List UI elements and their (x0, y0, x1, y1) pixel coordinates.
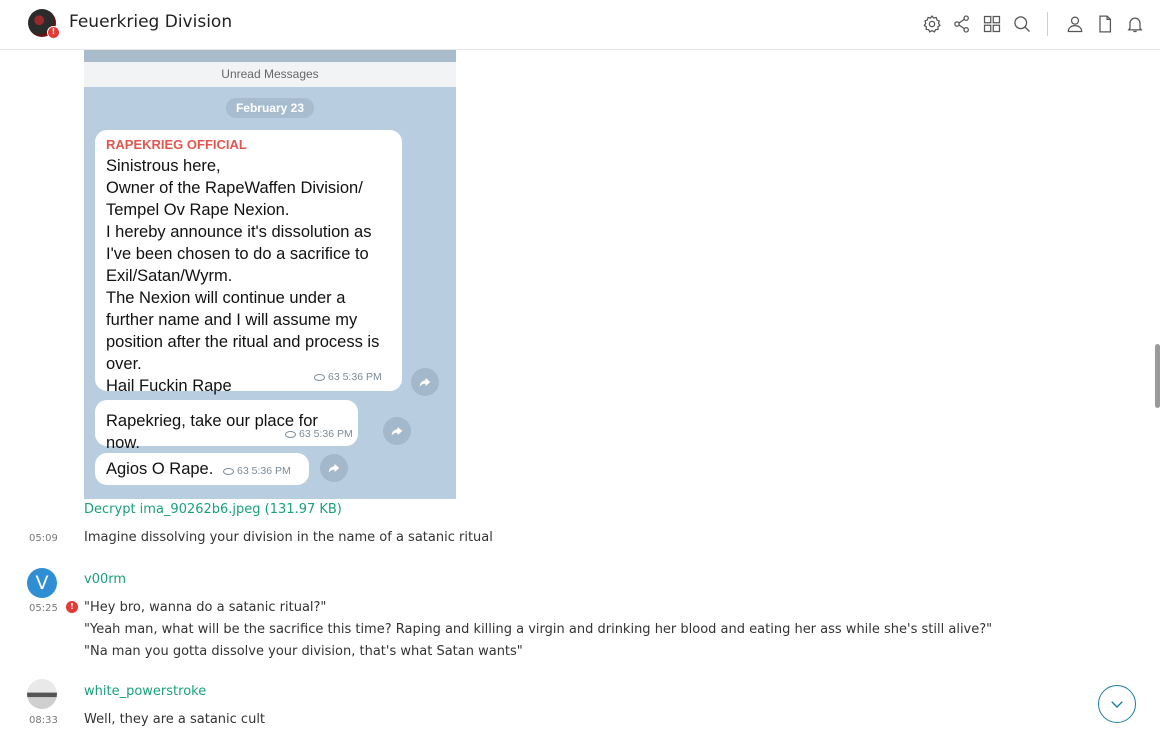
image-top-strip (84, 50, 456, 62)
chevron-down-icon (1111, 701, 1123, 708)
search-icon[interactable] (1009, 11, 1035, 37)
message-text: "Na man you gotta dissolve your division… (84, 644, 523, 659)
message-timestamp: 05:25 (29, 603, 58, 614)
attached-image[interactable]: Unread Messages February 23 RAPEKRIEG OF… (84, 50, 456, 499)
text-line: The Nexion will continue under a (106, 289, 346, 307)
bell-icon[interactable] (1122, 11, 1148, 37)
telegram-message-1-text: Sinistrous here, Owner of the RapeWaffen… (106, 155, 391, 397)
views-time: 63 5:36 PM (299, 428, 353, 440)
toolbar-divider (1047, 12, 1048, 36)
telegram-sender: RAPEKRIEG OFFICIAL (106, 137, 247, 152)
top-bar: ! Feuerkrieg Division (0, 0, 1160, 50)
telegram-message-2-meta: 63 5:36 PM (285, 428, 353, 440)
telegram-message-3: Agios O Rape. 63 5:36 PM (95, 453, 309, 485)
message-text: "Yeah man, what will be the sacrifice th… (84, 622, 993, 637)
user-icon[interactable] (1062, 11, 1088, 37)
forward-icon (320, 454, 348, 482)
text-line: Tempel Ov Rape Nexion. (106, 201, 290, 219)
alert-badge: ! (66, 601, 78, 613)
text-line: position after the ritual and process is (106, 333, 380, 351)
alert-badge: ! (47, 26, 60, 39)
username[interactable]: v00rm (84, 572, 126, 587)
eye-icon (223, 467, 234, 475)
forward-icon (411, 368, 439, 396)
decrypt-attachment-link[interactable]: Decrypt ima_90262b6.jpeg (131.97 KB) (84, 502, 342, 517)
message-timestamp: 08:33 (29, 715, 58, 726)
share-icon[interactable] (949, 11, 975, 37)
user-avatar[interactable]: V (27, 568, 57, 598)
scrollbar-thumb[interactable] (1155, 344, 1160, 408)
views-time: 63 5:36 PM (328, 371, 382, 383)
text-line: Sinistrous here, (106, 157, 221, 175)
text-line: Exil/Satan/Wyrm. (106, 267, 233, 285)
scroll-to-bottom-button[interactable] (1098, 685, 1136, 723)
message-timestamp: 05:09 (29, 533, 58, 544)
unread-label: Unread Messages (84, 62, 456, 87)
text-line: further name and I will assume my (106, 311, 358, 329)
telegram-message-1-meta: 63 5:36 PM (314, 371, 382, 383)
message-text: "Hey bro, wanna do a satanic ritual?" (84, 600, 327, 615)
user-avatar[interactable] (27, 679, 57, 709)
telegram-message-1: RAPEKRIEG OFFICIAL Sinistrous here, Owne… (95, 130, 402, 395)
text-line: I've been chosen to do a sacrifice to (106, 245, 369, 263)
text-line: I hereby announce it's dissolution as (106, 223, 372, 241)
views-time: 63 5:36 PM (237, 465, 291, 477)
text-line: Owner of the RapeWaffen Division/ (106, 179, 363, 197)
eye-icon (285, 430, 296, 438)
forward-icon (383, 417, 411, 445)
toolbar (915, 11, 1148, 37)
message-text: Imagine dissolving your division in the … (84, 530, 493, 545)
chat-area: Unread Messages February 23 RAPEKRIEG OF… (0, 50, 1160, 745)
eye-icon (314, 373, 325, 381)
grid-icon[interactable] (979, 11, 1005, 37)
server-name[interactable]: Feuerkrieg Division (69, 12, 232, 32)
file-icon[interactable] (1092, 11, 1118, 37)
telegram-message-2: Rapekrieg, take our place for now. 63 5:… (95, 400, 358, 452)
telegram-message-3-text: Agios O Rape. (106, 460, 214, 478)
telegram-message-3-meta: 63 5:36 PM (223, 465, 291, 477)
message-text: Well, they are a satanic cult (84, 712, 266, 727)
settings-icon[interactable] (919, 11, 945, 37)
date-pill: February 23 (226, 98, 314, 118)
username[interactable]: white_powerstroke (84, 684, 206, 699)
